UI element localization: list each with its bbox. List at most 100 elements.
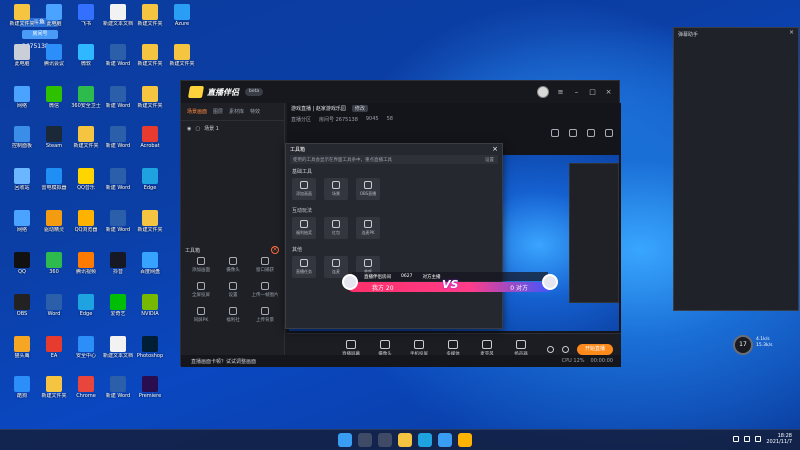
desktop-icon[interactable]: 新建 Word [102,44,134,78]
danmaku-close-icon[interactable]: × [789,29,794,36]
tab-assets[interactable]: 素材库 [229,108,244,115]
desktop-icon[interactable]: 新建 Word [102,376,134,410]
desktop-icon[interactable]: 回收站 [6,168,38,202]
desktop-icon[interactable]: Azure [166,4,198,38]
tool-item[interactable]: 添加画面 [185,257,217,277]
desktop-icon[interactable]: 酷狗 [6,376,38,410]
desktop-icon[interactable]: 猫头鹰 [6,336,38,370]
volume-icon[interactable] [755,436,762,442]
edit-room-button[interactable]: 修改 [351,105,368,112]
start-icon[interactable] [338,433,352,447]
desktop-icon[interactable]: 新建文本文档 [102,336,134,370]
go-live-button[interactable]: 开始直播 [577,344,613,355]
minimize-icon[interactable]: – [572,88,581,97]
dialog-settings-link[interactable]: 设置 [485,157,494,163]
desktop-icon[interactable]: 新建文件夹 [134,4,166,38]
desktop-icon[interactable]: 微软 [70,44,102,78]
desktop-icon[interactable]: 爱奇艺 [102,294,134,328]
desktop-icon[interactable]: 新建文件夹 [38,376,70,410]
tool-item[interactable]: 全屏投屏 [185,282,217,302]
desktop-icon[interactable]: 此电脑 [38,4,70,38]
desktop-icon[interactable]: 安全中心 [70,336,102,370]
dialog-tool-card[interactable]: OBS直播 [356,178,380,200]
tab-effects[interactable]: 特效 [250,108,260,115]
desktop-icon[interactable]: Edge [70,294,102,328]
desktop-icon[interactable]: 新建文件夹 [134,86,166,120]
tool-item[interactable]: 设置 [217,282,249,302]
desktop-icon[interactable]: 360安全卫士 [70,86,102,120]
chevron-up-icon[interactable] [733,436,740,442]
desktop-icon[interactable]: 腾讯视频 [70,252,102,286]
tool-item[interactable]: 上传背景 [249,307,281,327]
desktop-icon[interactable]: QQ音乐 [70,168,102,202]
desktop-icon[interactable]: 飞书 [70,4,102,38]
tab-layer[interactable]: 图层 [213,108,223,115]
shop-icon[interactable] [569,129,577,137]
search-icon[interactable] [358,433,372,447]
network-icon[interactable] [744,436,751,442]
desktop-icon[interactable]: Edge [134,168,166,202]
scene-item[interactable]: ◉ ▢ 场景 1 [181,121,284,136]
network-speed-widget[interactable]: 17 4.1k/s 15.3k/s [733,335,781,355]
desktop-icon[interactable]: 新建文件夹 [134,44,166,78]
store-icon[interactable] [438,433,452,447]
desktop-icon[interactable]: 360 [38,252,70,286]
maximize-icon[interactable]: □ [588,88,597,97]
clock[interactable]: 18:28 2021/11/7 [766,433,792,445]
tool-item[interactable]: 摄像头 [217,257,249,277]
status-message[interactable]: 直播画面卡顿？试试调整画面 [191,359,256,365]
eye-icon[interactable] [547,346,554,353]
dialog-tool-card[interactable]: 场景 [324,178,348,200]
desktop-icon[interactable]: 新建 Word [102,210,134,244]
dialog-tool-card[interactable]: 红包 [324,217,348,239]
desktop-icon[interactable]: 新建文件夹 [134,210,166,244]
desktop-icon[interactable]: EA [38,336,70,370]
eye-icon[interactable]: ◉ [187,126,191,132]
dialog-tool-card[interactable]: 添加画面 [292,178,316,200]
desktop-icon[interactable]: 新建文件夹 [70,126,102,160]
desktop-icon[interactable]: Premiere [134,376,166,410]
desktop-icon[interactable]: 新建 Word [102,126,134,160]
menu-icon[interactable]: ≡ [556,88,565,97]
desktop-icon[interactable]: 雷电模拟器 [38,168,70,202]
desktop-icon[interactable]: 抖音 [102,252,134,286]
user-avatar[interactable] [537,86,549,98]
desktop-icon[interactable]: OBS [6,294,38,328]
tool-item[interactable]: 同屏PK [185,307,217,327]
desktop-icon[interactable]: 新建 Word [102,86,134,120]
close-icon[interactable]: × [604,88,613,97]
desktop-icon[interactable]: 微信 [38,86,70,120]
desktop-icon[interactable]: Acrobat [134,126,166,160]
tool-item[interactable]: 窗口捕获 [249,257,281,277]
gear-icon[interactable] [562,346,569,353]
desktop-icon[interactable]: QQ [6,252,38,286]
live-companion-icon[interactable] [458,433,472,447]
desktop-icon[interactable]: 新建文件夹 [6,4,38,38]
desktop-icon[interactable]: 新建 Word [102,168,134,202]
desktop-icon[interactable]: 腾讯会议 [38,44,70,78]
desktop-icon[interactable]: 网络 [6,210,38,244]
gift-icon[interactable] [551,129,559,137]
desktop-icon[interactable]: 控制面板 [6,126,38,160]
desktop-icon[interactable]: NVIDIA [134,294,166,328]
tool-item[interactable]: 福利社 [217,307,249,327]
explorer-icon[interactable] [398,433,412,447]
desktop-icon[interactable]: 此电脑 [6,44,38,78]
desktop-icon[interactable]: Word [38,294,70,328]
dialog-close-icon[interactable]: × [492,145,498,153]
desktop-icon[interactable]: Chrome [70,376,102,410]
dialog-tool-card[interactable]: 直播任务 [292,256,316,278]
toolbox-close-icon[interactable]: × [271,246,279,254]
desktop-icon[interactable]: 百度网盘 [134,252,166,286]
desktop-icon[interactable]: Photoshop [134,336,166,370]
desktop-icon[interactable]: 网络 [6,86,38,120]
settings-icon[interactable] [587,129,595,137]
edge-icon[interactable] [418,433,432,447]
task-view-icon[interactable] [378,433,392,447]
desktop-icon[interactable]: Steam [38,126,70,160]
desktop-icon[interactable]: 新建文本文档 [102,4,134,38]
tool-item[interactable]: 上传一帧图片 [249,282,281,302]
desktop-icon[interactable]: QQ浏览器 [70,210,102,244]
lock-icon[interactable]: ▢ [195,126,200,132]
desktop-icon[interactable]: 驱动精灵 [38,210,70,244]
